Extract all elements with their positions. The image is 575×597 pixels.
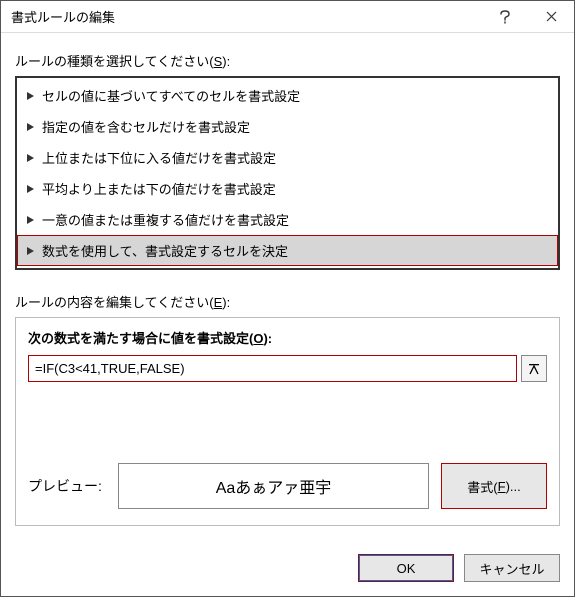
rule-type-item[interactable]: 上位または下位に入る値だけを書式設定 <box>17 142 558 173</box>
rule-edit-label: ルールの内容を編集してください(E): <box>15 292 560 311</box>
close-button[interactable] <box>528 1 574 33</box>
arrow-right-icon <box>27 216 34 224</box>
arrow-right-icon <box>27 154 34 162</box>
preview-label: プレビュー: <box>28 463 106 509</box>
titlebar: 書式ルールの編集 <box>1 1 574 33</box>
dialog-footer: OK キャンセル <box>1 540 574 596</box>
rule-type-item-label: 指定の値を含むセルだけを書式設定 <box>42 117 250 136</box>
rule-type-item[interactable]: 平均より上または下の値だけを書式設定 <box>17 173 558 204</box>
cancel-button[interactable]: キャンセル <box>464 554 560 582</box>
rule-type-item[interactable]: 数式を使用して、書式設定するセルを決定 <box>17 235 558 266</box>
close-icon <box>546 11 557 22</box>
rule-type-item[interactable]: 一意の値または重複する値だけを書式設定 <box>17 204 558 235</box>
rule-type-item-label: 一意の値または重複する値だけを書式設定 <box>42 210 289 229</box>
rule-type-item-label: セルの値に基づいてすべてのセルを書式設定 <box>42 86 300 105</box>
rule-edit-panel: 次の数式を満たす場合に値を書式設定(O): プレビュー: Aaあぁアァ亜宇 書式… <box>15 317 560 526</box>
rule-type-item-label: 平均より上または下の値だけを書式設定 <box>42 179 276 198</box>
rule-type-item-label: 数式を使用して、書式設定するセルを決定 <box>42 241 288 260</box>
content-area: ルールの種類を選択してください(S): セルの値に基づいてすべてのセルを書式設定… <box>1 33 574 540</box>
rule-type-item-label: 上位または下位に入る値だけを書式設定 <box>42 148 276 167</box>
rule-type-list[interactable]: セルの値に基づいてすべてのセルを書式設定指定の値を含むセルだけを書式設定上位また… <box>15 76 560 270</box>
arrow-right-icon <box>27 185 34 193</box>
rule-type-item[interactable]: セルの値に基づいてすべてのセルを書式設定 <box>17 80 558 111</box>
rule-type-label: ルールの種類を選択してください(S): <box>15 51 560 70</box>
arrow-right-icon <box>27 92 34 100</box>
collapse-dialog-icon <box>528 363 540 375</box>
arrow-right-icon <box>27 247 34 255</box>
ok-button[interactable]: OK <box>358 554 454 582</box>
arrow-right-icon <box>27 123 34 131</box>
rule-type-item[interactable]: 指定の値を含むセルだけを書式設定 <box>17 111 558 142</box>
format-button[interactable]: 書式(F)... <box>441 463 547 509</box>
formula-row <box>28 355 547 382</box>
preview-sample: Aaあぁアァ亜宇 <box>118 463 429 509</box>
formula-header: 次の数式を満たす場合に値を書式設定(O): <box>28 328 547 347</box>
window-title: 書式ルールの編集 <box>11 7 482 26</box>
preview-row: プレビュー: Aaあぁアァ亜宇 書式(F)... <box>28 463 547 509</box>
help-icon <box>499 10 511 24</box>
formula-input[interactable] <box>28 355 517 382</box>
range-selector-button[interactable] <box>521 355 547 382</box>
help-button[interactable] <box>482 1 528 33</box>
